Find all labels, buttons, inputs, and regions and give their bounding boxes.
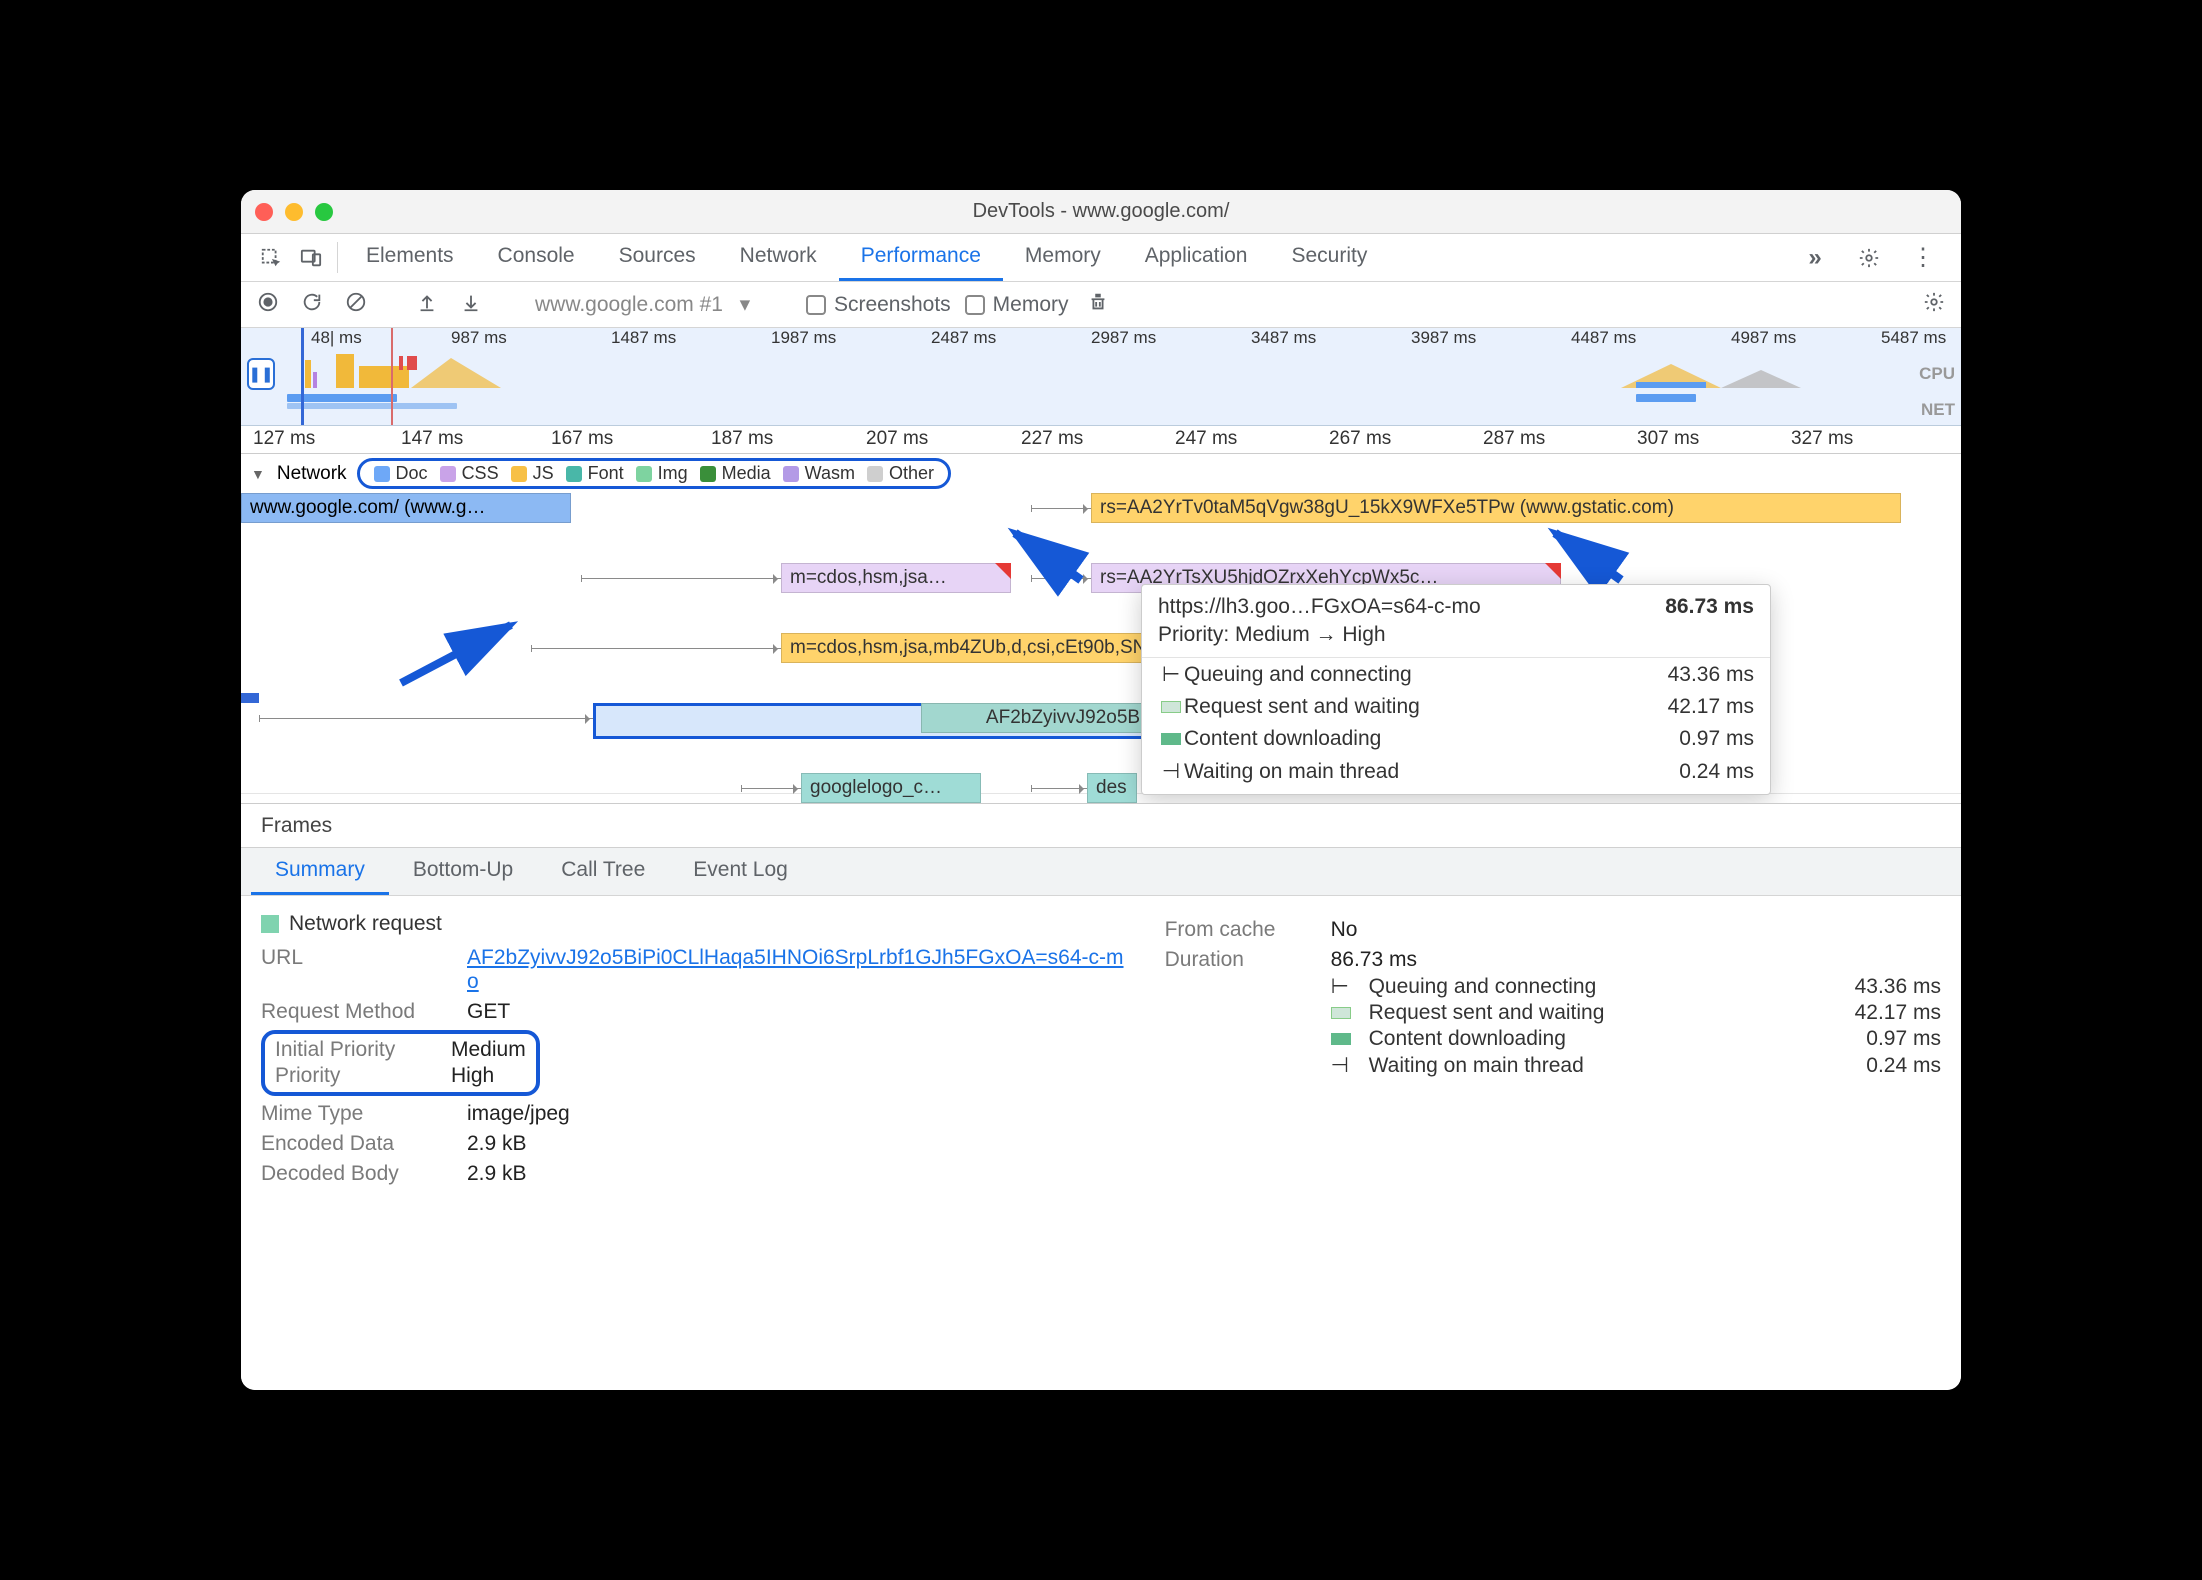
tab-console[interactable]: Console [476, 234, 597, 281]
tab-elements[interactable]: Elements [344, 234, 476, 281]
bar-dark-icon [1331, 1027, 1359, 1051]
recording-label: www.google.com #1 [535, 293, 723, 317]
tooltip-priority: Priority: Medium → High [1142, 623, 1770, 658]
minimize-window-icon[interactable] [285, 203, 303, 221]
tab-bottom-up[interactable]: Bottom-Up [389, 848, 537, 895]
legend-media: Media [700, 463, 771, 484]
download-icon[interactable] [456, 291, 486, 319]
request-tooltip: https://lh3.goo…FGxOA=s64-c-mo 86.73 ms … [1141, 584, 1771, 795]
tab-performance[interactable]: Performance [839, 234, 1003, 281]
tab-application[interactable]: Application [1123, 234, 1270, 281]
overview-ruler: 48| ms 987 ms 1487 ms 1987 ms 2487 ms 29… [241, 328, 1961, 348]
close-window-icon[interactable] [255, 203, 273, 221]
request-bar[interactable]: m=cdos,hsm,jsa… [781, 563, 1011, 593]
priority-change-icon [995, 563, 1011, 579]
upload-icon[interactable] [412, 291, 442, 319]
devtools-window: DevTools - www.google.com/ Elements Cons… [241, 190, 1961, 1390]
overview-net [241, 394, 1961, 410]
whisker-icon: ⊢ [1158, 662, 1184, 687]
request-bar[interactable]: rs=AA2YrTv0taM5qVgw38gU_15kX9WFXe5TPw (w… [1091, 493, 1901, 523]
bar-light-icon [1158, 701, 1184, 713]
panel-tabbar: Elements Console Sources Network Perform… [241, 234, 1961, 282]
whisker-end-icon: ⊣ [1331, 1053, 1359, 1078]
request-bar[interactable]: www.google.com/ (www.g… [241, 493, 571, 523]
maximize-window-icon[interactable] [315, 203, 333, 221]
performance-toolbar: www.google.com #1 ▾ Screenshots Memory [241, 282, 1961, 328]
request-queue-line [1031, 508, 1091, 509]
legend-doc: Doc [374, 463, 428, 484]
window-controls [255, 203, 333, 221]
disclosure-triangle-icon[interactable]: ▼ [251, 466, 265, 482]
legend-css: CSS [440, 463, 499, 484]
overview-cpu [241, 352, 1961, 390]
tab-sources[interactable]: Sources [597, 234, 718, 281]
legend-font: Font [566, 463, 624, 484]
legend-wasm: Wasm [783, 463, 855, 484]
titlebar: DevTools - www.google.com/ [241, 190, 1961, 234]
device-toolbar-icon[interactable] [291, 234, 331, 281]
request-bar[interactable]: googlelogo_c… [801, 773, 981, 803]
tooltip-total: 86.73 ms [1665, 595, 1754, 619]
tooltip-url: https://lh3.goo…FGxOA=s64-c-mo [1158, 595, 1481, 619]
legend-highlight: Doc CSS JS Font Img Media Wasm Other [357, 458, 951, 489]
priority-change-icon [1545, 563, 1561, 579]
frames-track-header[interactable]: Frames [241, 804, 1961, 848]
kebab-menu-icon[interactable]: ⋮ [1903, 243, 1943, 272]
tab-event-log[interactable]: Event Log [669, 848, 812, 895]
memory-checkbox[interactable]: Memory [965, 293, 1069, 317]
inspect-element-icon[interactable] [251, 234, 291, 281]
bar-light-icon [1331, 1001, 1359, 1025]
flamechart-ruler[interactable]: 127 ms 147 ms 167 ms 187 ms 207 ms 227 m… [241, 426, 1961, 454]
legend-img: Img [636, 463, 688, 484]
whisker-end-icon: ⊣ [1158, 759, 1184, 784]
whisker-icon: ⊢ [1331, 974, 1359, 999]
priority-highlight: Initial PriorityMedium PriorityHigh [261, 1030, 540, 1096]
record-icon[interactable] [253, 291, 283, 319]
category-swatch-icon [261, 915, 279, 933]
tab-call-tree[interactable]: Call Tree [537, 848, 669, 895]
chevron-down-icon: ▾ [733, 292, 757, 317]
tab-security[interactable]: Security [1269, 234, 1389, 281]
recording-picker[interactable]: www.google.com #1 ▾ [527, 292, 765, 317]
net-label: NET [1921, 400, 1955, 420]
more-tabs-icon[interactable]: » [1795, 244, 1835, 272]
tab-network[interactable]: Network [718, 234, 839, 281]
timeline-overview[interactable]: 48| ms 987 ms 1487 ms 1987 ms 2487 ms 29… [241, 328, 1961, 426]
network-track-header[interactable]: ▼ Network Doc CSS JS Font Img Media Wasm… [241, 454, 1961, 493]
request-bar[interactable]: des [1087, 773, 1137, 803]
url-link[interactable]: AF2bZyivvJ92o5BiPi0CLlHaqa5IHNOi6SrpLrbf… [467, 946, 1135, 994]
cpu-label: CPU [1919, 364, 1955, 384]
clear-icon[interactable] [341, 291, 371, 319]
tab-summary[interactable]: Summary [251, 848, 389, 895]
legend-other: Other [867, 463, 934, 484]
garbage-collect-icon[interactable] [1083, 291, 1113, 319]
window-title: DevTools - www.google.com/ [241, 200, 1961, 223]
section-title: Network request [289, 912, 442, 936]
screenshots-checkbox[interactable]: Screenshots [806, 293, 951, 317]
reload-icon[interactable] [297, 291, 327, 319]
capture-settings-icon[interactable] [1919, 291, 1949, 319]
bar-dark-icon [1158, 733, 1184, 745]
legend-js: JS [511, 463, 554, 484]
network-label: Network [277, 463, 347, 485]
tab-memory[interactable]: Memory [1003, 234, 1123, 281]
summary-pane: Network request URLAF2bZyivvJ92o5BiPi0CL… [241, 896, 1961, 1390]
detail-tabbar: Summary Bottom-Up Call Tree Event Log [241, 848, 1961, 896]
flamechart[interactable]: ▼ Network Doc CSS JS Font Img Media Wasm… [241, 454, 1961, 804]
settings-icon[interactable] [1849, 247, 1889, 269]
